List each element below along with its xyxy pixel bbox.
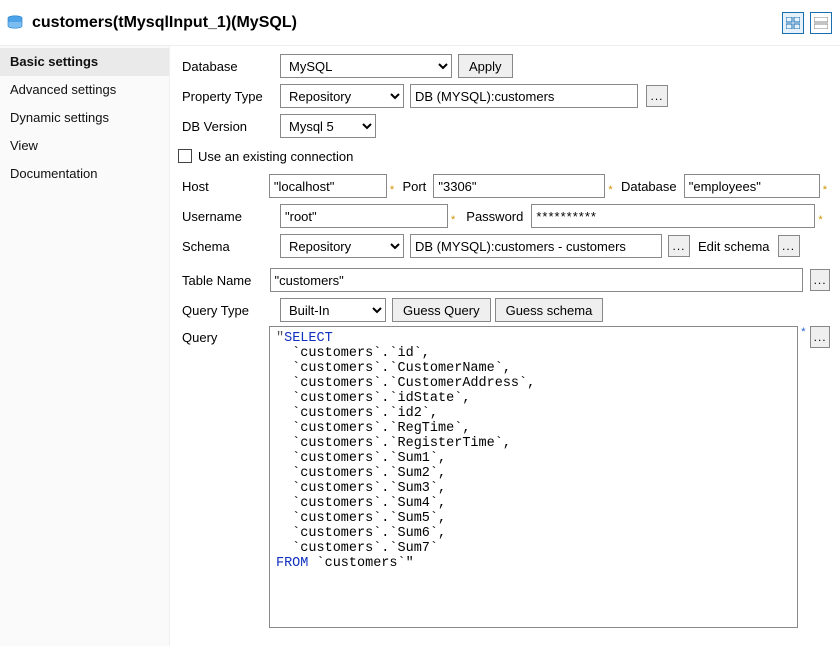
port-label: Port bbox=[402, 179, 426, 194]
database-name-field[interactable] bbox=[684, 174, 820, 198]
username-field[interactable] bbox=[280, 204, 448, 228]
property-ref-field[interactable] bbox=[410, 84, 638, 108]
page-title: customers(tMysqlInput_1)(MySQL) bbox=[32, 14, 297, 32]
database-select[interactable]: MySQL bbox=[280, 54, 452, 78]
edit-schema-label: Edit schema bbox=[698, 239, 770, 254]
db-version-select[interactable]: Mysql 5 bbox=[280, 114, 376, 138]
password-field[interactable] bbox=[531, 204, 815, 228]
db-version-label: DB Version bbox=[180, 119, 280, 134]
use-existing-label: Use an existing connection bbox=[198, 149, 353, 164]
guess-query-button[interactable]: Guess Query bbox=[392, 298, 491, 322]
view-list-button[interactable] bbox=[810, 12, 832, 34]
schema-label: Schema bbox=[180, 239, 280, 254]
query-type-label: Query Type bbox=[180, 303, 280, 318]
basic-settings-form: Database MySQL Apply Property Type Repos… bbox=[170, 46, 840, 646]
tab-advanced-settings[interactable]: Advanced settings bbox=[0, 76, 169, 104]
table-name-browse-button[interactable]: ... bbox=[810, 269, 830, 291]
property-type-select[interactable]: Repository bbox=[280, 84, 404, 108]
guess-schema-button[interactable]: Guess schema bbox=[495, 298, 604, 322]
query-editor[interactable]: "SELECT `customers`.`id`, `customers`.`C… bbox=[270, 327, 797, 627]
tab-documentation[interactable]: Documentation bbox=[0, 160, 169, 188]
table-name-label: Table Name bbox=[180, 273, 270, 288]
schema-ref-field[interactable] bbox=[410, 234, 662, 258]
tab-basic-settings[interactable]: Basic settings bbox=[0, 48, 169, 76]
required-icon: * bbox=[387, 184, 397, 196]
property-ref-browse-button[interactable]: ... bbox=[646, 85, 668, 107]
username-label: Username bbox=[180, 209, 280, 224]
host-label: Host bbox=[180, 179, 269, 194]
required-icon: * bbox=[448, 214, 458, 226]
tab-dynamic-settings[interactable]: Dynamic settings bbox=[0, 104, 169, 132]
settings-tabs: Basic settings Advanced settings Dynamic… bbox=[0, 46, 170, 646]
tab-view[interactable]: View bbox=[0, 132, 169, 160]
schema-type-select[interactable]: Repository bbox=[280, 234, 404, 258]
property-type-label: Property Type bbox=[180, 89, 280, 104]
port-field[interactable] bbox=[433, 174, 605, 198]
edit-schema-button[interactable]: ... bbox=[778, 235, 800, 257]
view-grid-button[interactable] bbox=[782, 12, 804, 34]
query-type-select[interactable]: Built-In bbox=[280, 298, 386, 322]
password-label: Password bbox=[466, 209, 523, 224]
host-field[interactable] bbox=[269, 174, 387, 198]
required-icon: * bbox=[605, 184, 615, 196]
database-label: Database bbox=[180, 59, 280, 74]
header-bar: customers(tMysqlInput_1)(MySQL) bbox=[0, 0, 840, 46]
apply-button[interactable]: Apply bbox=[458, 54, 513, 78]
required-icon: * bbox=[815, 214, 825, 226]
query-label: Query bbox=[180, 326, 269, 345]
table-name-field[interactable] bbox=[270, 268, 803, 292]
required-icon: * bbox=[798, 326, 808, 338]
required-icon: * bbox=[820, 184, 830, 196]
database-icon bbox=[6, 15, 24, 31]
database-name-label: Database bbox=[621, 179, 677, 194]
use-existing-checkbox[interactable] bbox=[178, 149, 192, 163]
query-expand-button[interactable]: ... bbox=[810, 326, 830, 348]
schema-ref-browse-button[interactable]: ... bbox=[668, 235, 690, 257]
query-editor-container: "SELECT `customers`.`id`, `customers`.`C… bbox=[269, 326, 798, 628]
